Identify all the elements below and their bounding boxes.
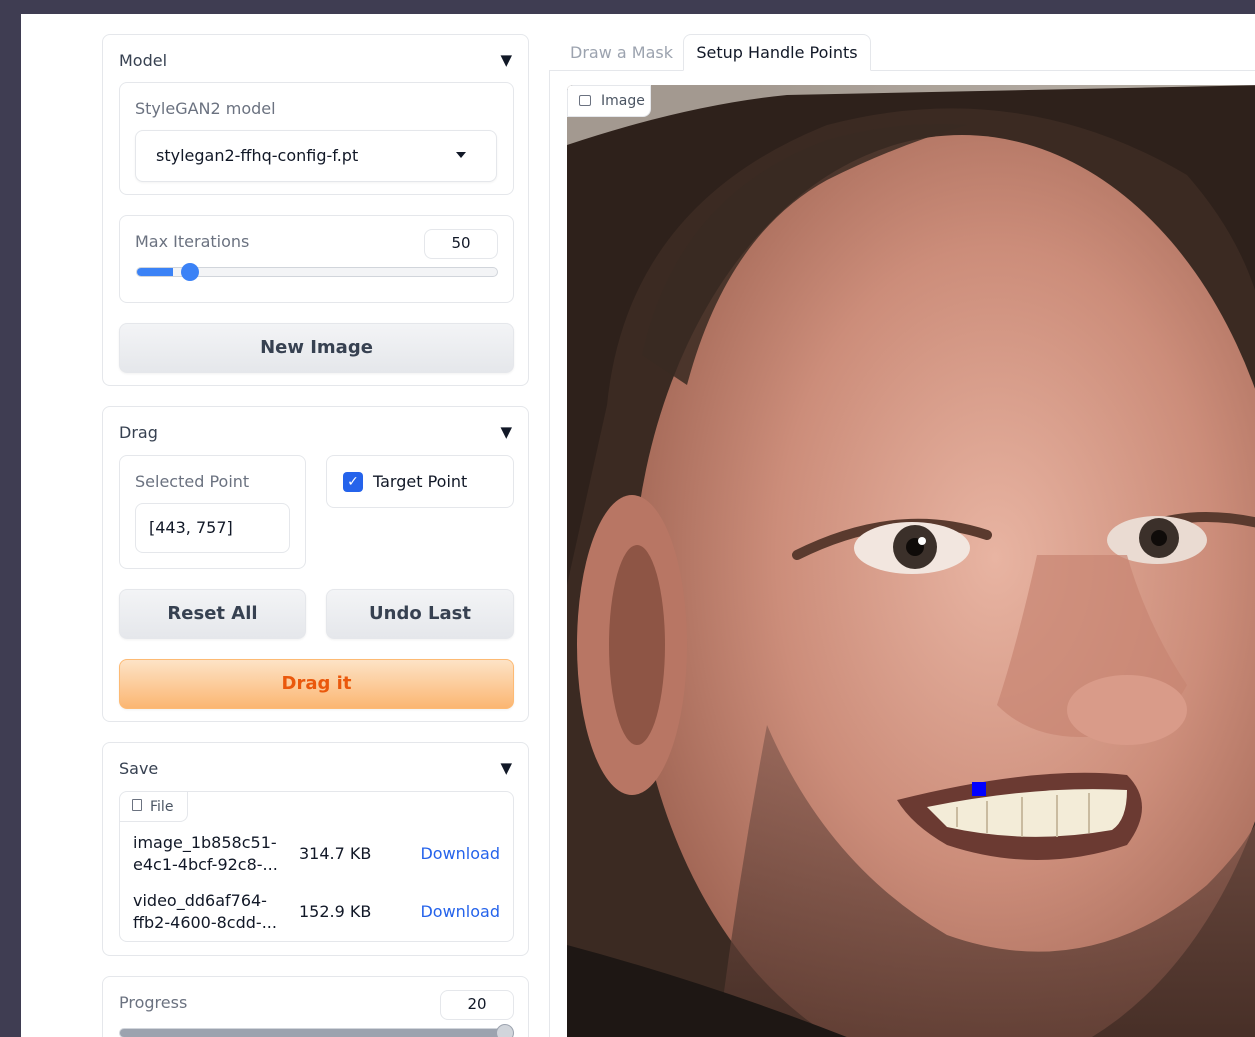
- max-iterations-input[interactable]: 50: [424, 229, 498, 259]
- progress-label: Progress: [119, 993, 188, 1012]
- tab-label: Draw a Mask: [570, 43, 673, 62]
- file-name-line: ffb2-4600-8cdd-...: [133, 913, 277, 932]
- image-canvas[interactable]: Image: [567, 85, 1255, 1037]
- progress-slider-thumb[interactable]: [496, 1024, 514, 1037]
- model-panel-title: Model: [119, 51, 168, 70]
- file-name-line: e4c1-4bcf-92c8-...: [133, 855, 278, 874]
- drag-panel-title: Drag: [119, 423, 158, 442]
- selected-point-box: Selected Point [443, 757]: [119, 455, 306, 569]
- new-image-button[interactable]: New Image: [119, 323, 514, 373]
- progress-value-input[interactable]: 20: [440, 990, 514, 1020]
- file-row: video_dd6af764- ffb2-4600-8cdd-... 152.9…: [120, 886, 513, 940]
- image-chip-label: Image: [601, 93, 645, 109]
- face-photo: [567, 85, 1255, 1037]
- file-name-line: video_dd6af764-: [133, 891, 267, 910]
- selected-point-label: Selected Point: [135, 472, 250, 491]
- file-name: image_1b858c51- e4c1-4bcf-92c8-...: [133, 832, 278, 876]
- tab-label: Setup Handle Points: [696, 43, 858, 62]
- selected-point-field[interactable]: [443, 757]: [135, 503, 290, 553]
- model-panel: Model ▼ StyleGAN2 model stylegan2-ffhq-c…: [102, 34, 529, 386]
- max-iterations-slider-thumb[interactable]: [181, 263, 200, 281]
- target-point-label: Target Point: [373, 472, 468, 491]
- image-icon: [579, 95, 591, 106]
- collapse-caret-icon[interactable]: ▼: [500, 423, 512, 441]
- max-iterations-box: Max Iterations 50: [119, 215, 514, 303]
- file-list-box: File image_1b858c51- e4c1-4bcf-92c8-... …: [119, 791, 514, 942]
- progress-slider-track[interactable]: [119, 1028, 514, 1037]
- dropdown-arrow-icon: [456, 152, 466, 158]
- tab-setup-handle-points[interactable]: Setup Handle Points: [683, 34, 871, 71]
- file-name-line: image_1b858c51-: [133, 833, 277, 852]
- file-icon: [132, 799, 142, 811]
- model-select-box: StyleGAN2 model stylegan2-ffhq-config-f.…: [119, 82, 514, 195]
- file-chip: File: [120, 792, 188, 822]
- file-name: video_dd6af764- ffb2-4600-8cdd-...: [133, 890, 277, 934]
- file-size: 314.7 KB: [299, 844, 372, 863]
- file-size: 152.9 KB: [299, 902, 372, 921]
- progress-slider-fill: [120, 1029, 513, 1037]
- file-chip-label: File: [150, 799, 174, 815]
- image-chip: Image: [567, 85, 651, 117]
- drag-it-button[interactable]: Drag it: [119, 659, 514, 709]
- handle-point-marker[interactable]: [972, 782, 986, 796]
- save-panel: Save ▼ File image_1b858c51- e4c1-4bcf-92…: [102, 742, 529, 956]
- tab-draw-a-mask[interactable]: Draw a Mask: [570, 35, 673, 71]
- file-row: image_1b858c51- e4c1-4bcf-92c8-... 314.7…: [120, 828, 513, 882]
- collapse-caret-icon[interactable]: ▼: [500, 51, 512, 69]
- download-link[interactable]: Download: [420, 902, 500, 921]
- download-link[interactable]: Download: [420, 844, 500, 863]
- reset-all-button[interactable]: Reset All: [119, 589, 306, 639]
- model-select-label: StyleGAN2 model: [135, 99, 276, 118]
- target-point-checkbox[interactable]: ✓: [343, 472, 363, 492]
- progress-panel: Progress 20: [102, 976, 529, 1037]
- app-window: Model ▼ StyleGAN2 model stylegan2-ffhq-c…: [21, 14, 1255, 1037]
- drag-panel: Drag ▼ Selected Point [443, 757] ✓ Targe…: [102, 406, 529, 722]
- max-iterations-label: Max Iterations: [135, 232, 250, 251]
- max-iterations-slider-fill: [137, 268, 174, 276]
- collapse-caret-icon[interactable]: ▼: [500, 759, 512, 777]
- model-dropdown[interactable]: stylegan2-ffhq-config-f.pt: [135, 130, 497, 182]
- undo-last-button[interactable]: Undo Last: [326, 589, 514, 639]
- target-point-box[interactable]: ✓ Target Point: [326, 455, 514, 508]
- model-dropdown-value: stylegan2-ffhq-config-f.pt: [156, 146, 359, 165]
- save-panel-title: Save: [119, 759, 159, 778]
